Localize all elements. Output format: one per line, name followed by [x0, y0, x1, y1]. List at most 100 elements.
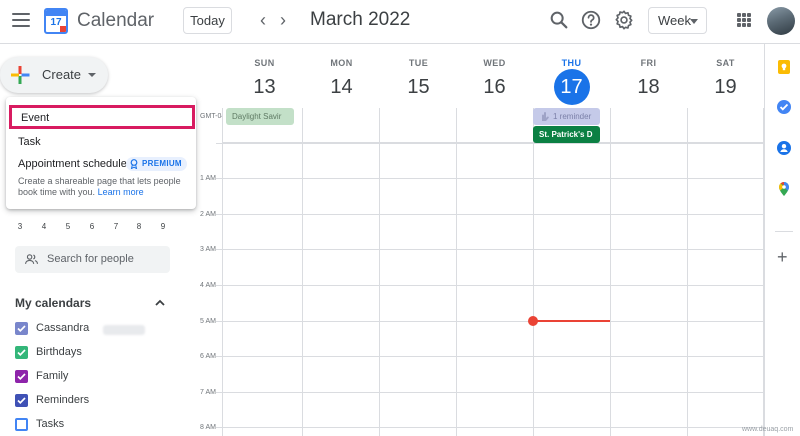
column-divider	[302, 108, 303, 436]
checkbox-checked[interactable]	[15, 370, 28, 383]
day-header-mon: MON 14	[303, 44, 380, 108]
calendar-item-birthdays[interactable]: Birthdays	[15, 345, 155, 361]
premium-badge: PREMIUM	[126, 157, 187, 171]
main-menu-icon[interactable]	[12, 13, 30, 27]
day-number[interactable]: 17	[553, 69, 590, 105]
day-name: FRI	[640, 58, 657, 68]
event-reminder[interactable]: 1 reminder	[533, 108, 600, 125]
mini-day[interactable]: 7	[110, 222, 122, 231]
hour-line	[216, 143, 764, 144]
mini-day[interactable]: 8	[133, 222, 145, 231]
hour-line	[216, 214, 764, 215]
my-calendars-heading[interactable]: My calendars	[15, 296, 91, 310]
view-switcher-dropdown[interactable]: Week	[648, 7, 707, 34]
menu-item-task[interactable]: Task	[6, 131, 196, 153]
chevron-up-icon[interactable]	[155, 298, 165, 308]
day-number[interactable]: 13	[247, 69, 283, 105]
day-header-wed: WED 16	[456, 44, 533, 108]
calendar-app: 17 Calendar Today ‹ › March 2022 Week Cr…	[0, 0, 800, 436]
checkbox-unchecked[interactable]	[15, 418, 28, 431]
maps-icon[interactable]	[776, 181, 792, 197]
learn-more-link[interactable]: Learn more	[98, 187, 144, 197]
day-number[interactable]: 14	[324, 69, 360, 105]
week-view-grid: SUN 13 MON 14 TUE 15 WED 16 THU 17 FRI 1…	[200, 44, 764, 436]
calendar-label: Family	[36, 370, 69, 382]
day-header-sat: SAT 19	[687, 44, 764, 108]
time-label: 6 AM	[200, 353, 216, 360]
add-addon-icon[interactable]: +	[777, 248, 788, 266]
next-week-button[interactable]: ›	[273, 10, 293, 30]
time-label: 4 AM	[200, 282, 216, 289]
menu-item-event[interactable]: Event	[9, 105, 195, 129]
time-label: 3 AM	[200, 246, 216, 253]
keep-icon[interactable]	[776, 59, 792, 75]
timezone-label: GMT-04	[200, 113, 222, 120]
calendar-logo-icon[interactable]: 17	[44, 8, 68, 34]
people-icon	[25, 254, 38, 264]
chevron-down-icon	[88, 73, 96, 77]
column-divider	[533, 108, 534, 436]
top-bar: 17 Calendar Today ‹ › March 2022 Week	[0, 0, 800, 44]
checkbox-checked[interactable]	[15, 346, 28, 359]
hour-line	[216, 427, 764, 428]
search-people-input[interactable]: Search for people	[15, 246, 170, 273]
event-st-patricks-day[interactable]: St. Patrick's D	[533, 126, 600, 143]
today-button[interactable]: Today	[183, 7, 232, 34]
calendar-item-cassandra[interactable]: Cassandra	[15, 321, 155, 337]
column-divider	[610, 108, 611, 436]
day-name: SAT	[716, 58, 735, 68]
calendar-item-family[interactable]: Family	[15, 369, 155, 385]
mini-day[interactable]: 3	[14, 222, 26, 231]
time-label: 8 AM	[200, 424, 216, 431]
side-panel: +	[764, 44, 800, 436]
day-name: MON	[330, 58, 353, 68]
watermark: www.deuaq.com	[742, 426, 794, 433]
calendar-item-reminders[interactable]: Reminders	[15, 393, 155, 409]
event-daylight-saving[interactable]: Daylight Savir	[226, 108, 294, 125]
mini-day[interactable]: 5	[62, 222, 74, 231]
google-apps-icon[interactable]	[737, 13, 751, 27]
create-menu: Event Task Appointment schedule PREMIUM …	[6, 97, 196, 209]
account-avatar[interactable]	[767, 7, 795, 35]
mini-day[interactable]: 4	[38, 222, 50, 231]
column-divider	[456, 108, 457, 436]
calendar-item-tasks[interactable]: Tasks	[15, 417, 155, 433]
date-range-title: March 2022	[310, 9, 411, 30]
create-button[interactable]: Create	[0, 57, 108, 93]
search-people-placeholder: Search for people	[47, 253, 134, 265]
time-label: 5 AM	[200, 318, 216, 325]
calendar-label: Reminders	[36, 394, 90, 406]
hour-line	[216, 285, 764, 286]
day-name: SUN	[254, 58, 275, 68]
reminder-hand-icon	[542, 112, 549, 121]
mini-day[interactable]: 9	[157, 222, 169, 231]
redacted-surname	[103, 325, 145, 335]
day-number[interactable]: 18	[631, 69, 667, 105]
day-header-sun: SUN 13	[226, 44, 303, 108]
search-icon[interactable]	[548, 9, 570, 31]
day-name: TUE	[408, 58, 429, 68]
hour-line	[216, 321, 764, 322]
day-header-tue: TUE 15	[380, 44, 457, 108]
help-icon[interactable]	[580, 9, 602, 31]
contacts-icon[interactable]	[776, 140, 792, 156]
day-number[interactable]: 15	[401, 69, 437, 105]
app-title[interactable]: Calendar	[77, 10, 154, 32]
column-divider	[379, 108, 380, 436]
premium-badge-icon	[130, 159, 138, 169]
appointment-label: Appointment schedule	[18, 158, 127, 170]
day-number[interactable]: 19	[708, 69, 744, 105]
hour-line	[216, 392, 764, 393]
settings-gear-icon[interactable]	[613, 9, 635, 31]
calendar-label: Birthdays	[36, 346, 82, 358]
menu-item-appointment-schedule[interactable]: Appointment schedule PREMIUM	[6, 153, 196, 175]
checkbox-checked[interactable]	[15, 322, 28, 335]
day-name: THU	[561, 58, 582, 68]
mini-day[interactable]: 6	[86, 222, 98, 231]
day-number[interactable]: 16	[477, 69, 513, 105]
time-label: 2 AM	[200, 211, 216, 218]
tasks-icon[interactable]	[776, 99, 792, 115]
side-panel-divider	[775, 231, 793, 232]
previous-week-button[interactable]: ‹	[253, 10, 273, 30]
checkbox-checked[interactable]	[15, 394, 28, 407]
